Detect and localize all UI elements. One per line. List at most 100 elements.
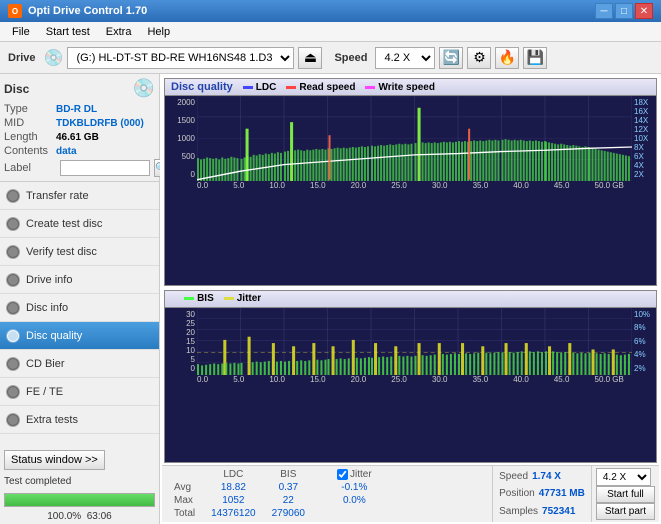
minimize-button[interactable]: ─ <box>595 3 613 19</box>
disc-label-input[interactable] <box>60 160 150 176</box>
chart2-panel: BIS Jitter 30 25 20 15 10 5 0 <box>164 290 657 463</box>
speed-row: Speed 1.74 X <box>499 471 585 482</box>
main-content: Disc 💿 Type BD-R DL MID TDKBLDRFB (000) … <box>0 74 661 524</box>
refresh-button[interactable]: 🔄 <box>439 47 463 69</box>
stats-max-row: Max 1052 22 0.0% <box>166 494 380 507</box>
settings-button[interactable]: ⚙ <box>467 47 491 69</box>
app-icon: O <box>8 4 22 18</box>
disc-mid-val: TDKBLDRFB (000) <box>56 118 144 129</box>
status-window-button[interactable]: Status window >> <box>4 450 105 470</box>
disc-length-val: 46.61 GB <box>56 132 99 143</box>
chart1-inner <box>197 96 632 181</box>
chart1-y-left: 2000 1500 1000 500 0 <box>165 96 197 181</box>
jitter-checkbox[interactable] <box>337 469 348 480</box>
progress-bar <box>4 493 155 507</box>
disc-label-key: Label <box>4 162 56 174</box>
start-part-button[interactable]: Start part <box>596 503 655 520</box>
disc-length-key: Length <box>4 131 56 143</box>
nav-icon-disc-quality <box>6 329 20 343</box>
write-speed-legend-dot <box>365 86 375 89</box>
chart2-y-left: 30 25 20 15 10 5 0 <box>165 308 197 375</box>
nav-icon-fe-te <box>6 385 20 399</box>
chart2-legend-bis: BIS <box>184 293 214 304</box>
disc-length-row: Length 46.61 GB <box>4 131 155 143</box>
disc-contents-row: Contents data <box>4 145 155 157</box>
nav-icon-verify-test-disc <box>6 245 20 259</box>
eject-button[interactable]: ⏏ <box>298 47 322 69</box>
save-button[interactable]: 💾 <box>523 47 547 69</box>
chart2-inner <box>197 308 632 375</box>
start-full-button[interactable]: Start full <box>596 486 655 503</box>
progress-bar-fill <box>5 494 154 506</box>
stats-avg-row: Avg 18.82 0.37 -0.1% <box>166 481 380 494</box>
menu-extra[interactable]: Extra <box>98 22 140 41</box>
maximize-button[interactable]: □ <box>615 3 633 19</box>
nav-item-disc-quality[interactable]: Disc quality <box>0 322 159 350</box>
disc-type-row: Type BD-R DL <box>4 103 155 115</box>
menu-bar: File Start test Extra Help <box>0 22 661 42</box>
nav-icon-disc-info <box>6 301 20 315</box>
burn-button[interactable]: 🔥 <box>495 47 519 69</box>
stats-data-table: LDC BIS Jitter <box>166 468 380 520</box>
nav-item-transfer-rate[interactable]: Transfer rate <box>0 182 159 210</box>
disc-panel: Disc 💿 Type BD-R DL MID TDKBLDRFB (000) … <box>0 74 159 182</box>
disc-panel-header: Disc 💿 <box>4 78 155 99</box>
drive-icon: 💿 <box>44 48 64 68</box>
ldc-legend-dot <box>243 86 253 89</box>
stat-speed-select[interactable]: 4.2 X <box>596 468 651 486</box>
chart1-title: Disc quality LDC Read speed Write speed <box>165 79 656 96</box>
nav-item-verify-test-disc[interactable]: Verify test disc <box>0 238 159 266</box>
disc-type-key: Type <box>4 103 56 115</box>
disc-type-val: BD-R DL <box>56 104 97 115</box>
stats-table: LDC BIS Jitter <box>162 466 492 522</box>
nav-list: Transfer rate Create test disc Verify te… <box>0 182 159 434</box>
chart1-panel: Disc quality LDC Read speed Write speed … <box>164 78 657 286</box>
nav-item-extra-tests[interactable]: Extra tests <box>0 406 159 434</box>
title-bar-controls: ─ □ ✕ <box>595 3 653 19</box>
chart2-title: BIS Jitter <box>165 291 656 308</box>
close-button[interactable]: ✕ <box>635 3 653 19</box>
read-speed-legend-dot <box>286 86 296 89</box>
position-row: Position 47731 MB <box>499 488 585 499</box>
disc-contents-val: data <box>56 146 77 157</box>
nav-item-cd-bier[interactable]: CD Bier <box>0 350 159 378</box>
disc-section-label: Disc <box>4 82 29 96</box>
jitter-header: Jitter <box>329 468 380 481</box>
menu-start-test[interactable]: Start test <box>38 22 98 41</box>
chart1-body: 2000 1500 1000 500 0 <box>165 96 656 181</box>
menu-file[interactable]: File <box>4 22 38 41</box>
speed-select[interactable]: 4.2 X <box>375 47 435 69</box>
position-key: Position <box>499 488 535 499</box>
start-buttons-section: 4.2 X Start full Start part <box>591 466 659 522</box>
drive-select[interactable]: (G:) HL-DT-ST BD-RE WH16NS48 1.D3 <box>67 47 294 69</box>
nav-icon-drive-info <box>6 273 20 287</box>
nav-icon-create-test-disc <box>6 217 20 231</box>
nav-item-create-test-disc[interactable]: Create test disc <box>0 210 159 238</box>
samples-row: Samples 752341 <box>499 506 585 517</box>
chart1-svg <box>197 96 632 181</box>
chart2-legend-jitter: Jitter <box>224 293 261 304</box>
chart2-y-right: 10% 8% 6% 4% 2% <box>632 308 656 375</box>
progress-text: 100.0% 63:06 <box>0 511 159 524</box>
title-bar-left: O Opti Drive Control 1.70 <box>8 4 147 18</box>
chart1-legend-read: Read speed <box>286 82 355 93</box>
nav-item-fe-te[interactable]: FE / TE <box>0 378 159 406</box>
bis-legend-dot <box>184 297 194 300</box>
chart2-body: 30 25 20 15 10 5 0 <box>165 308 656 375</box>
stats-row: LDC BIS Jitter <box>162 465 659 522</box>
nav-item-drive-info[interactable]: Drive info <box>0 266 159 294</box>
speed-key: Speed <box>499 471 528 482</box>
sidebar: Disc 💿 Type BD-R DL MID TDKBLDRFB (000) … <box>0 74 160 524</box>
samples-val: 752341 <box>542 506 575 517</box>
jitter-legend-dot <box>224 297 234 300</box>
chart1-y-right: 18X 16X 14X 12X 10X 8X 6X 4X 2X <box>632 96 656 181</box>
chart1-x-axis: 0.0 5.0 10.0 15.0 20.0 25.0 30.0 35.0 40… <box>165 181 656 190</box>
title-bar: O Opti Drive Control 1.70 ─ □ ✕ <box>0 0 661 22</box>
drive-label: Drive <box>4 52 40 64</box>
status-text: Test completed <box>0 474 159 489</box>
nav-icon-cd-bier <box>6 357 20 371</box>
menu-help[interactable]: Help <box>139 22 178 41</box>
nav-item-disc-info[interactable]: Disc info <box>0 294 159 322</box>
speed-val: 1.74 X <box>532 471 561 482</box>
disc-mid-key: MID <box>4 117 56 129</box>
